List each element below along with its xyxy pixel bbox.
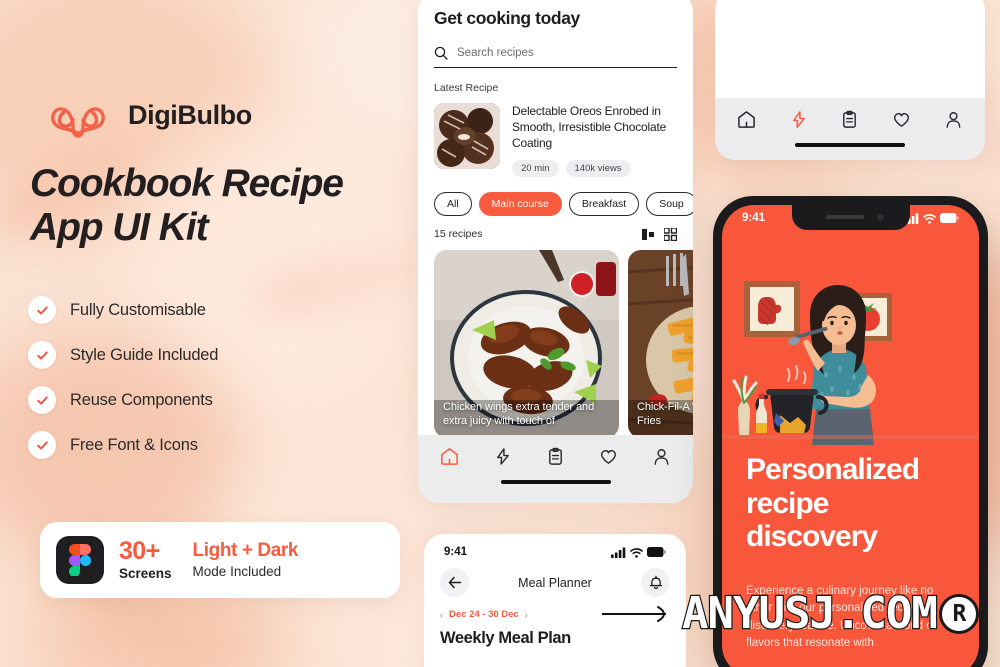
arrow-right-icon	[602, 605, 666, 622]
date-next-icon[interactable]: ›	[525, 610, 528, 620]
screens-count-block: 30+ Screens	[119, 539, 172, 581]
screens-count: 30+	[119, 537, 160, 566]
feature-list: Fully Customisable Style Guide Included …	[28, 296, 218, 459]
section-label-latest: Latest Recipe	[434, 82, 499, 94]
signal-icon	[611, 547, 626, 558]
chip-main-course[interactable]: Main course	[478, 191, 562, 216]
mode-subtitle: Mode Included	[192, 564, 282, 580]
planner-title: Meal Planner	[518, 575, 592, 590]
home-icon[interactable]	[737, 110, 756, 129]
latest-recipe-meta: 20 min 140k views	[512, 159, 677, 177]
feature-label: Reuse Components	[70, 390, 213, 409]
digibulbo-butterfly-mark-icon	[51, 107, 105, 138]
feature-label: Free Font & Icons	[70, 435, 198, 454]
lightning-icon[interactable]	[789, 110, 808, 129]
clipboard-icon[interactable]	[840, 110, 859, 129]
promo-card: 30+ Screens Light + Dark Mode Included	[40, 522, 400, 598]
page-title: Cookbook Recipe App UI Kit	[30, 162, 410, 251]
check-icon	[28, 341, 56, 369]
latest-recipe-title: Delectable Oreos Enrobed in Smooth, Irre…	[512, 104, 667, 151]
mode-title: Light + Dark	[192, 540, 299, 562]
battery-icon	[940, 213, 959, 223]
status-bar: 9:41	[424, 534, 686, 558]
date-range: Dec 24 - 30 Dec	[449, 609, 519, 620]
check-icon	[28, 386, 56, 414]
page-title-line1: Cookbook Recipe	[30, 162, 344, 205]
recipe-count: 15 recipes	[434, 228, 483, 241]
person-icon[interactable]	[652, 447, 671, 466]
list-item: Reuse Components	[28, 386, 218, 414]
list-item: Fully Customisable	[28, 296, 218, 324]
check-icon	[28, 431, 56, 459]
mode-block: Light + Dark Mode Included	[193, 541, 299, 579]
home-icon[interactable]	[440, 447, 459, 466]
hero-panel: DigiBulbo Cookbook Recipe App UI Kit Ful…	[0, 0, 418, 667]
recipe-count-row: 15 recipes	[418, 227, 693, 241]
search-input[interactable]: Search recipes	[434, 46, 677, 68]
recipe-card-waffle-fries[interactable]: Chick-Fil-A Waffle Fries	[628, 249, 693, 438]
views-badge: 140k views	[565, 159, 631, 177]
recipe-card-caption: Chick-Fil-A Waffle Fries	[637, 401, 693, 428]
recipe-grid: Chicken wings extra tender and extra jui…	[418, 249, 693, 438]
blank-panel	[715, 0, 985, 160]
person-icon[interactable]	[944, 110, 963, 129]
clipboard-icon[interactable]	[546, 447, 565, 466]
brand: DigiBulbo	[42, 90, 252, 140]
home-indicator	[795, 143, 905, 147]
figma-icon	[56, 536, 104, 584]
home-screen: Get cooking today Search recipes Latest …	[418, 0, 693, 503]
check-icon	[28, 296, 56, 324]
battery-icon	[647, 547, 666, 557]
list-item: Free Font & Icons	[28, 431, 218, 459]
feature-label: Style Guide Included	[70, 345, 219, 364]
duration-badge: 20 min	[512, 159, 559, 177]
recipe-card-chicken-wings[interactable]: Chicken wings extra tender and extra jui…	[434, 249, 619, 438]
search-placeholder: Search recipes	[457, 47, 534, 59]
heart-icon[interactable]	[892, 110, 911, 129]
date-prev-icon[interactable]: ‹	[440, 610, 443, 620]
watermark: ANYUSJ.COM R	[600, 587, 979, 640]
list-view-icon[interactable]	[642, 228, 655, 241]
latest-recipe-thumbnail	[434, 103, 500, 169]
watermark-text: ANYUSJ.COM	[681, 587, 939, 640]
recipe-card-caption: Chicken wings extra tender and extra jui…	[443, 401, 595, 428]
onboarding-title: Personalized recipe discovery	[746, 453, 920, 554]
phone-notch	[791, 205, 910, 230]
category-chips: All Main course Breakfast Soup Lunch	[418, 191, 693, 216]
heart-icon[interactable]	[599, 447, 618, 466]
bottom-tabbar	[715, 98, 985, 160]
brand-name: DigiBulbo	[128, 99, 252, 130]
status-time: 9:41	[742, 212, 766, 224]
wifi-icon	[630, 547, 643, 558]
lightning-icon[interactable]	[493, 447, 512, 466]
list-item: Style Guide Included	[28, 341, 218, 369]
chip-soup[interactable]: Soup	[646, 191, 693, 216]
registered-mark-icon: R	[938, 593, 979, 634]
grid-view-icon[interactable]	[664, 227, 677, 241]
woman-cooking-illustration	[722, 281, 979, 445]
search-icon	[434, 46, 448, 60]
screens-count-label: Screens	[119, 566, 172, 582]
wifi-icon	[923, 213, 936, 224]
back-arrow-icon[interactable]	[440, 568, 469, 597]
home-indicator	[500, 480, 611, 484]
feature-label: Fully Customisable	[70, 300, 206, 319]
chip-breakfast[interactable]: Breakfast	[568, 191, 640, 216]
status-time: 9:41	[444, 546, 468, 558]
latest-recipe-item[interactable]: Delectable Oreos Enrobed in Smooth, Irre…	[434, 103, 677, 177]
chip-all[interactable]: All	[434, 191, 472, 216]
page-title-line2: App UI Kit	[30, 206, 209, 250]
bottom-tabbar	[418, 435, 693, 503]
home-title: Get cooking today	[434, 8, 580, 28]
